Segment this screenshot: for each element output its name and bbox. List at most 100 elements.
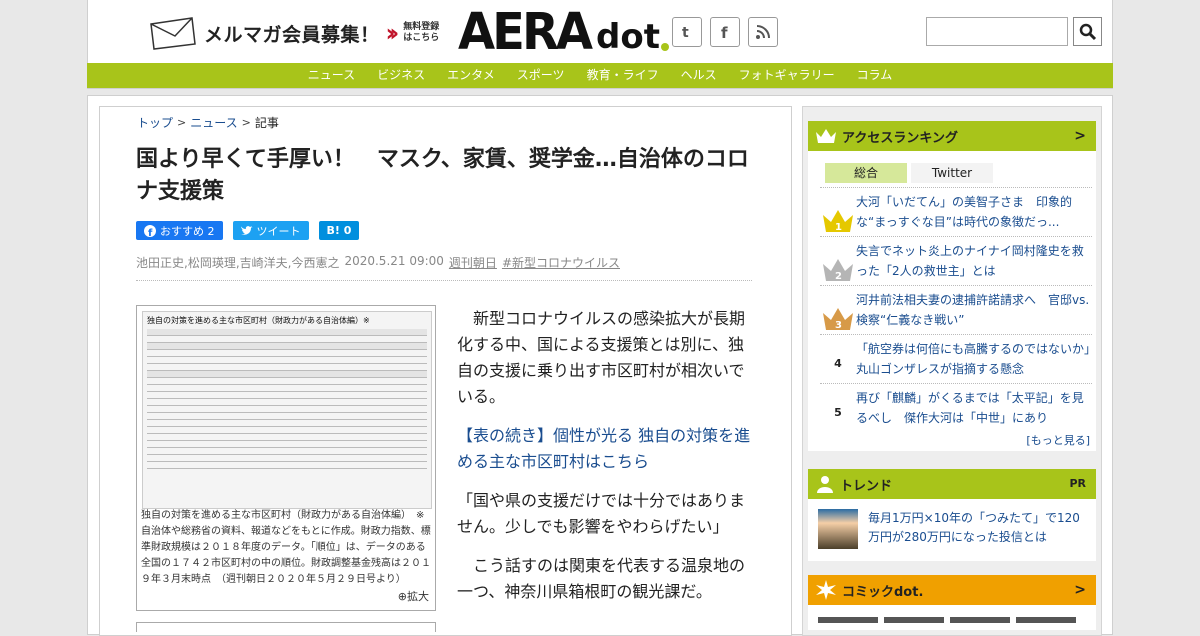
trend-panel: トレンド PR 毎月1万円×10年の「つみたて」で120万円が280万円になった… <box>808 469 1096 561</box>
nav-item-business[interactable]: ビジネス <box>366 63 436 88</box>
figure-table-row <box>147 420 427 427</box>
mailmag-banner[interactable]: メルマガ会員募集！ ›› 無料登録はこちら <box>148 16 439 50</box>
trend-thumbnail <box>818 509 858 549</box>
chevron-right-icon: > <box>241 116 251 129</box>
nav-item-news[interactable]: ニュース <box>297 63 366 88</box>
chevron-right-icon: ›› <box>385 19 400 47</box>
figure-table-row <box>147 364 427 371</box>
envelope-icon <box>150 17 196 50</box>
svg-text:f: f <box>148 228 153 237</box>
comic-thumbnail[interactable] <box>950 617 1010 623</box>
ranking-item-text: 失言でネット炎上のナイナイ岡村隆史を救った「2人の救世主」とは <box>856 244 1084 278</box>
article-date: 2020.5.21 09:00 <box>344 254 444 268</box>
figure-table-row <box>147 378 427 385</box>
ranking-item[interactable]: 5 再び「麒麟」がくるまでは「太平記」を見るべし 傑作大河は「中世」にあり <box>820 383 1092 432</box>
facebook-button[interactable]: f <box>710 17 740 47</box>
chevron-right-icon: > <box>1074 128 1086 144</box>
nav-item-entertainment[interactable]: エンタメ <box>436 63 506 88</box>
twitter-icon: t <box>682 25 689 40</box>
comic-panel: コミックdot. > <box>808 575 1096 630</box>
nav-item-column[interactable]: コラム <box>846 63 904 88</box>
chevron-right-icon: > <box>1074 582 1086 598</box>
comic-thumbnail[interactable] <box>818 617 878 623</box>
article-tag-link[interactable]: #新型コロナウイルス <box>502 254 620 271</box>
comic-title: コミックdot. <box>842 584 924 600</box>
figure-table-row <box>147 392 427 399</box>
starburst-icon <box>816 580 836 600</box>
person-icon <box>817 476 833 493</box>
logo-aera: AERA <box>458 2 593 62</box>
trend-title: トレンド <box>840 478 893 494</box>
article-figure-2[interactable] <box>136 622 436 632</box>
figure-image: 独自の対策を進める主な市区町村（財政力がある自治体編）※ <box>142 311 432 509</box>
nav-item-health[interactable]: ヘルス <box>670 63 728 88</box>
nav-item-education-life[interactable]: 教育・ライフ <box>576 63 670 88</box>
rss-button[interactable] <box>748 17 778 47</box>
breadcrumb-top[interactable]: トップ <box>137 114 173 131</box>
figure-table-row <box>147 399 427 406</box>
figure-table-row <box>147 434 427 441</box>
article-source-link[interactable]: 週刊朝日 <box>449 254 497 271</box>
comic-thumbnail[interactable] <box>884 617 944 623</box>
ranking-item-text: 「航空券は何倍にも高騰するのではないか」丸山ゴンザレスが指摘する懸念 <box>856 342 1091 376</box>
breadcrumb-current: 記事 <box>254 116 279 130</box>
comic-header[interactable]: コミックdot. > <box>808 575 1096 605</box>
tab-overall[interactable]: 総合 <box>825 163 907 183</box>
ranking-item-text: 河井前法相夫妻の逮捕許諾請求へ 官邸vs.検察“仁義なき戦い” <box>856 293 1090 327</box>
comic-thumbnail[interactable] <box>1016 617 1076 623</box>
figure-table-row <box>147 462 427 469</box>
ranking-item-text: 再び「麒麟」がくるまでは「太平記」を見るべし 傑作大河は「中世」にあり <box>856 391 1084 425</box>
ranking-item[interactable]: 2 失言でネット炎上のナイナイ岡村隆史を救った「2人の救世主」とは <box>820 236 1092 285</box>
tweet-label: ツイート <box>256 224 301 238</box>
hatena-bookmark-button[interactable]: B! 0 <box>318 221 360 240</box>
article-meta: 池田正史,松岡瑛理,吉崎洋夫,今西憲之 2020.5.21 09:00 週刊朝日… <box>136 254 620 271</box>
ranking-more-link[interactable]: [もっと見る] <box>808 432 1096 448</box>
ranking-item[interactable]: 1 大河「いだてん」の美智子さま 印象的な“まっすぐな目”は時代の象徴だっ... <box>820 187 1092 236</box>
site-logo[interactable]: AERA dot <box>458 2 669 62</box>
pr-badge: PR <box>1069 477 1086 490</box>
breadcrumb-news[interactable]: ニュース <box>190 114 237 131</box>
facebook-icon: f <box>144 224 156 237</box>
search-input[interactable] <box>926 17 1068 46</box>
article-figure[interactable]: 独自の対策を進める主な市区町村（財政力がある自治体編）※ 独自の対策を進める主な… <box>136 305 436 611</box>
figure-table-row <box>147 385 427 392</box>
trend-header: トレンド PR <box>808 469 1096 499</box>
facebook-recommend-button[interactable]: f おすすめ 2 <box>136 221 223 240</box>
register-text: 無料登録はこちら <box>403 22 440 43</box>
table-continued-link[interactable]: 【表の続き】個性が光る 独自の対策を進める主な市区町村はこちら <box>457 423 753 475</box>
figure-table-row <box>147 413 427 420</box>
ranking-tabs: 総合 Twitter <box>825 163 1096 183</box>
trend-item[interactable]: 毎月1万円×10年の「つみたて」で120万円が280万円になった投信とは <box>818 509 1096 549</box>
ranking-item[interactable]: 4 「航空券は何倍にも高騰するのではないか」丸山ゴンザレスが指摘する懸念 <box>820 334 1092 383</box>
rank-2-crown-icon: 2 <box>820 241 856 284</box>
chevron-right-icon: > <box>177 116 187 129</box>
hatena-bookmark-label: B! 0 <box>326 224 352 237</box>
search-icon <box>1079 23 1096 40</box>
search-button[interactable] <box>1073 17 1102 46</box>
logo-dot: dot <box>596 17 660 57</box>
article-paragraph: 新型コロナウイルスの感染拡大が長期化する中、国による支援策とは別に、独自の支援に… <box>457 309 746 406</box>
figure-table-row <box>147 336 427 343</box>
comic-thumbnails <box>818 617 1096 623</box>
figure-header: 独自の対策を進める主な市区町村（財政力がある自治体編）※ <box>147 316 370 325</box>
zoom-button[interactable]: ⊕拡大 <box>398 588 429 604</box>
article-authors: 池田正史,松岡瑛理,吉崎洋夫,今西憲之 <box>136 256 340 270</box>
twitter-button[interactable]: t <box>672 17 702 47</box>
tab-twitter[interactable]: Twitter <box>911 163 993 183</box>
global-nav: ニュース ビジネス エンタメ スポーツ 教育・ライフ ヘルス フォトギャラリー … <box>87 63 1113 88</box>
rank-3-crown-icon: 3 <box>820 290 856 333</box>
zoom-icon: ⊕ <box>397 590 407 603</box>
ranking-header[interactable]: アクセスランキング > <box>808 121 1096 151</box>
figure-table-row <box>147 357 427 364</box>
rank-5-number: 5 <box>834 406 842 419</box>
figure-caption: 独自の対策を進める主な市区町村（財政力がある自治体編） ※自治体や総務省の資料、… <box>141 510 431 585</box>
tweet-button[interactable]: ツイート <box>232 221 309 240</box>
nav-item-photo-gallery[interactable]: フォトギャラリー <box>728 63 846 88</box>
ranking-item[interactable]: 3 河井前法相夫妻の逮捕許諾請求へ 官邸vs.検察“仁義なき戦い” <box>820 285 1092 334</box>
figure-table-row <box>147 406 427 413</box>
article-title: 国より早くて手厚い！ マスク、家賃、奨学金…自治体のコロナ支援策 <box>136 147 749 204</box>
logo-dot-mark <box>661 43 669 51</box>
divider <box>136 280 752 281</box>
nav-item-sports[interactable]: スポーツ <box>506 63 576 88</box>
ranking-item-text: 大河「いだてん」の美智子さま 印象的な“まっすぐな目”は時代の象徴だっ... <box>856 195 1073 229</box>
